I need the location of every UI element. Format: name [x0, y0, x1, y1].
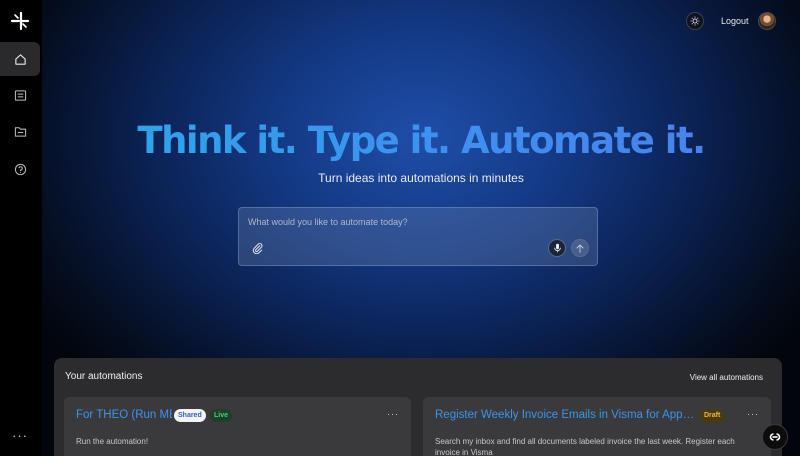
main-content: Logout Think it. Type it. Automate it. T… [42, 0, 800, 456]
card-menu-icon[interactable]: ··· [387, 409, 399, 419]
automation-card-title[interactable]: For THEO (Run ME) [76, 409, 172, 421]
list-icon [14, 89, 26, 101]
view-all-automations-link[interactable]: View all automations [690, 373, 763, 382]
automation-prompt-input[interactable] [248, 217, 578, 227]
automation-card-description: Run the automation! [76, 437, 149, 446]
logout-link[interactable]: Logout [721, 16, 749, 26]
hero-title: Think it. Type it. Automate it. [42, 119, 800, 162]
automations-panel: Your automations View all automations Fo… [54, 358, 782, 456]
help-icon [14, 163, 26, 175]
automation-card-title[interactable]: Register Weekly Invoice Emails in Visma … [435, 409, 697, 421]
sun-icon [690, 16, 700, 26]
live-badge: Live [210, 409, 233, 422]
theme-toggle-button[interactable] [686, 12, 704, 30]
microphone-button[interactable] [548, 239, 566, 257]
arrow-up-icon [576, 244, 584, 253]
more-options-icon[interactable]: ··· [12, 428, 28, 443]
sidebar-item-home[interactable] [0, 42, 40, 76]
chat-logo-icon [769, 433, 781, 441]
automation-card-description: Search my inbox and find all documents l… [435, 437, 735, 456]
automations-title: Your automations [65, 371, 143, 382]
shared-badge: Shared [174, 409, 206, 422]
microphone-icon [553, 243, 561, 253]
hero-subtitle: Turn ideas into automations in minutes [318, 171, 524, 185]
automation-card[interactable]: For THEO (Run ME) Shared Live ··· Run th… [64, 397, 411, 456]
user-avatar[interactable] [758, 12, 776, 30]
sidebar-item-list[interactable] [0, 78, 40, 112]
sidebar-item-folder[interactable] [0, 114, 40, 148]
automation-card[interactable]: Register Weekly Invoice Emails in Visma … [423, 397, 771, 456]
sidebar: ··· [0, 0, 42, 456]
automation-prompt-box [238, 207, 598, 266]
card-menu-icon[interactable]: ··· [747, 409, 759, 419]
folder-icon [14, 126, 26, 137]
chat-assistant-button[interactable] [762, 424, 788, 450]
home-icon [14, 53, 26, 65]
draft-badge: Draft [700, 409, 725, 422]
send-button[interactable] [571, 239, 589, 257]
paperclip-icon[interactable] [252, 242, 263, 254]
sparkle-logo-icon[interactable] [10, 11, 30, 31]
sidebar-item-help[interactable] [0, 152, 40, 186]
